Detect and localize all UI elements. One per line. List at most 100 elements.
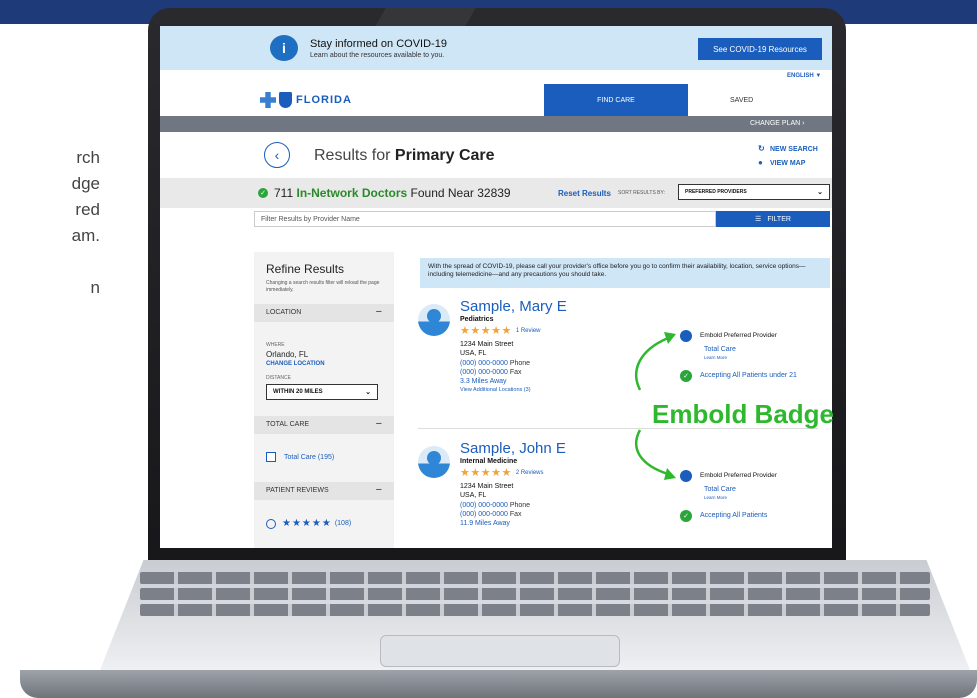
refine-title: Refine Results <box>266 262 345 276</box>
new-search-link[interactable]: ↻ NEW SEARCH <box>758 144 818 153</box>
covid-banner: i Stay informed on COVID-19 Learn about … <box>160 26 832 70</box>
five-star-radio[interactable] <box>266 518 276 529</box>
star-rating-icon: ★★★★★ <box>460 325 512 337</box>
check-icon: ✓ <box>258 188 268 198</box>
page-title: Results for Primary Care <box>314 147 495 165</box>
copy-line: red <box>75 200 100 219</box>
facet-patient-reviews[interactable]: PATIENT REVIEWS − <box>254 482 394 500</box>
provider-name-link[interactable]: Sample, Mary E <box>460 298 567 315</box>
where-value: Orlando, FL <box>266 350 309 359</box>
covid-title: Stay informed on COVID-19 <box>310 37 447 50</box>
total-care-option: Total Care (195) <box>284 453 335 461</box>
total-care-checkbox[interactable] <box>266 452 276 462</box>
facet-location[interactable]: LOCATION − <box>254 304 394 322</box>
distance-label: DISTANCE <box>266 375 291 381</box>
change-plan-bar: CHANGE PLAN › <box>160 116 832 132</box>
found-summary: 711 In-Network Doctors Found Near 32839 <box>274 186 511 200</box>
total-care-link[interactable]: Total Care <box>704 346 736 353</box>
cross-logo-icon <box>260 92 276 108</box>
provider-specialty: Internal Medicine <box>460 458 518 465</box>
total-care-link[interactable]: Total Care <box>704 486 736 493</box>
filter-row: Filter Results by Provider Name ☰ FILTER <box>160 208 832 230</box>
change-location-link[interactable]: CHANGE LOCATION <box>266 361 325 367</box>
total-care-checkbox-row[interactable]: Total Care (195) <box>266 452 334 462</box>
key-row <box>140 588 930 600</box>
phone-label: Phone <box>509 360 531 367</box>
copy-line: n <box>90 278 100 297</box>
provider-address: 1234 Main Street USA, FL <box>460 340 513 358</box>
copy-line: rch <box>76 148 100 167</box>
minus-icon: − <box>375 306 382 318</box>
reset-results-link[interactable]: Reset Results <box>558 189 611 198</box>
embold-label: Embold Preferred Provider <box>700 332 777 339</box>
city: USA, FL <box>460 350 487 357</box>
covid-notice: With the spread of COVID-19, please call… <box>420 258 830 288</box>
chevron-down-icon: ⌄ <box>365 389 371 396</box>
laptop-screen: i Stay informed on COVID-19 Learn about … <box>160 26 832 548</box>
distance-text: 3.3 Miles Away <box>460 378 507 385</box>
provider-specialty: Pediatrics <box>460 316 494 323</box>
view-map-label: VIEW MAP <box>770 160 806 167</box>
reviews-link[interactable]: 1 Review <box>516 328 541 334</box>
tab-saved[interactable]: SAVED <box>730 84 790 116</box>
sort-label: SORT RESULTS BY: <box>618 190 665 196</box>
additional-locations-link[interactable]: View Additional Locations (3) <box>460 386 531 395</box>
brand-logo[interactable]: FLORIDA <box>260 92 352 108</box>
filter-button[interactable]: ☰ FILTER <box>716 211 830 227</box>
five-stars-icon: ★★★★★ <box>282 518 332 529</box>
check-icon: ✓ <box>680 510 692 522</box>
provider-name-link[interactable]: Sample, John E <box>460 440 566 457</box>
embold-label: Embold Preferred Provider <box>700 472 777 479</box>
back-button[interactable]: ‹ <box>264 142 290 168</box>
reviews-option-count: (108) <box>334 520 352 527</box>
reviews-link[interactable]: 2 Reviews <box>516 470 544 476</box>
fax-link[interactable]: (000) 000-0000 <box>460 511 508 518</box>
results-prefix: Results for <box>314 147 391 164</box>
found-count: 711 <box>274 186 294 200</box>
facet-total-care-label: TOTAL CARE <box>266 421 310 428</box>
key-row <box>140 604 930 616</box>
keyboard <box>140 572 930 632</box>
provider-contacts: (000) 000-0000 Phone (000) 000-0000 Fax … <box>460 359 531 395</box>
fax-link[interactable]: (000) 000-0000 <box>460 369 508 376</box>
phone-link[interactable]: (000) 000-0000 <box>460 360 508 367</box>
facet-total-care[interactable]: TOTAL CARE − <box>254 416 394 434</box>
reviews-radio-row[interactable]: ★★★★★ (108) <box>266 518 351 529</box>
avatar <box>418 304 450 336</box>
facet-location-label: LOCATION <box>266 309 302 316</box>
provider-rating: ★★★★★ 1 Review <box>460 324 541 337</box>
lid-glare <box>374 8 476 28</box>
view-map-link[interactable]: ● VIEW MAP <box>758 158 805 167</box>
accepting-text: Accepting All Patients under 21 <box>700 372 797 379</box>
sort-select[interactable]: PREFERRED PROVIDERS ⌄ <box>678 184 830 200</box>
new-search-label: NEW SEARCH <box>770 146 818 153</box>
laptop-edge <box>20 670 977 698</box>
embold-badge-icon <box>680 470 692 482</box>
trackpad <box>380 635 620 667</box>
results-subject: Primary Care <box>394 147 495 164</box>
facet-reviews-label: PATIENT REVIEWS <box>266 487 329 494</box>
shield-logo-icon <box>279 92 292 108</box>
info-heart-icon: i <box>270 35 298 61</box>
filter-label: FILTER <box>767 215 791 223</box>
logo-text: FLORIDA <box>296 94 352 106</box>
learn-more-link[interactable]: Learn More <box>704 495 727 500</box>
tab-find-care[interactable]: FIND CARE <box>544 84 688 116</box>
refresh-icon: ↻ <box>758 144 765 153</box>
chevron-down-icon: ⌄ <box>817 189 823 196</box>
embold-badge-icon <box>680 330 692 342</box>
provider-filter-input[interactable]: Filter Results by Provider Name <box>254 211 716 227</box>
copy-line <box>0 249 100 275</box>
embold-badge-callout: Embold Badge <box>652 399 835 429</box>
main-nav: FLORIDA FIND CARE SAVED <box>160 84 832 116</box>
distance-select[interactable]: WITHIN 20 MILES ⌄ <box>266 384 378 400</box>
provider-rating: ★★★★★ 2 Reviews <box>460 466 544 479</box>
phone-link[interactable]: (000) 000-0000 <box>460 502 508 509</box>
covid-resources-button[interactable]: See COVID-19 Resources <box>698 38 822 60</box>
language-select[interactable]: ENGLISH ▼ <box>787 73 821 79</box>
change-plan-link[interactable]: CHANGE PLAN › <box>750 120 804 127</box>
learn-more-link[interactable]: Learn More <box>704 355 727 360</box>
refine-sidebar: Refine Results Changing a search results… <box>254 252 394 548</box>
star-rating-icon: ★★★★★ <box>460 467 512 479</box>
check-icon: ✓ <box>680 370 692 382</box>
